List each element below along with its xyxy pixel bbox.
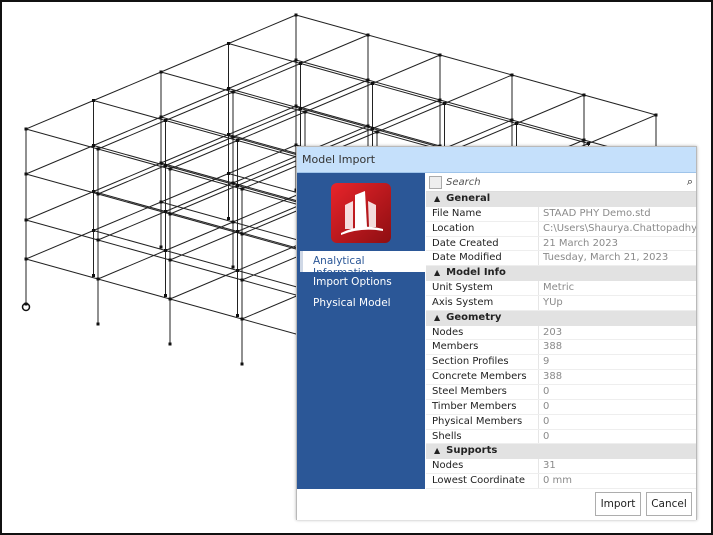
section-title: Supports [446,445,498,457]
collapse-caret-icon[interactable]: ▲ [434,446,440,455]
property-row[interactable]: Section Profiles 9 [426,355,696,371]
search-placeholder: Search [446,177,481,188]
section-header-model-info[interactable]: ▲ Model Info [426,266,696,282]
property-label: Unit System [426,281,539,295]
property-row[interactable]: Physical Members 0 [426,414,696,430]
property-value: YUp [543,296,563,308]
property-row[interactable]: Shells 0 [426,429,696,445]
property-label: Physical Members [426,414,539,429]
property-row[interactable]: Date Modified Tuesday, March 21, 2023 [426,251,696,267]
property-value: 0 mm [543,475,573,487]
property-value: Metric [543,282,575,294]
property-row[interactable]: Nodes 31 [426,459,696,475]
categorize-icon[interactable] [429,176,442,189]
section-title: General [446,193,491,204]
property-label: Date Created [426,236,539,251]
search-icon[interactable]: ⌕ [687,175,693,189]
property-row[interactable]: Steel Members 0 [426,384,696,400]
property-label: File Name [426,206,539,221]
property-value: 0 [543,400,550,412]
property-value: 388 [543,371,563,383]
property-value: C:\Users\Shaurya.Chattopadhya\D [543,222,696,234]
property-label: Nodes [426,325,539,340]
staad-logo-icon [331,183,391,243]
property-row[interactable]: File Name STAAD PHY Demo.std [426,206,696,222]
collapse-caret-icon[interactable]: ▲ [434,194,440,203]
property-label: Concrete Members [426,370,539,384]
property-grid: Search ⌕ ▲ General File Name STAAD PHY Demo… [426,174,696,490]
property-row[interactable]: Timber Members 0 [426,399,696,415]
property-value: 203 [543,326,563,338]
property-row[interactable]: Axis System YUp [426,295,696,311]
property-label: Date Modified [426,251,539,266]
property-value: 388 [543,341,563,353]
property-row[interactable]: Lowest Coordinate 0 mm [426,474,696,489]
section-header-supports[interactable]: ▲ Supports [426,444,696,460]
property-row[interactable]: Nodes 203 [426,325,696,341]
section-title: Geometry [446,311,502,323]
collapse-caret-icon[interactable]: ▲ [434,268,440,277]
property-label: Members [426,340,539,355]
cancel-button[interactable]: Cancel [646,492,692,516]
property-value: 0 [543,430,550,442]
model-import-dialog: Model Import Analytical Information Impo… [296,146,697,520]
property-row[interactable]: Concrete Members 388 [426,370,696,385]
property-row[interactable]: Location C:\Users\Shaurya.Chattopadhya\D [426,221,696,237]
property-row[interactable]: Date Created 21 March 2023 [426,236,696,252]
property-label: Nodes [426,459,539,474]
property-label: Axis System [426,295,539,310]
property-value: STAAD PHY Demo.std [543,207,651,219]
nav-analytical-information[interactable]: Analytical Information [300,251,425,279]
property-value: 0 [543,415,550,427]
property-label: Section Profiles [426,355,539,370]
import-button[interactable]: Import [595,492,641,516]
property-row[interactable]: Members 388 [426,340,696,356]
search-input[interactable]: Search ⌕ [426,174,696,192]
section-title: Model Info [446,267,506,279]
property-value: 31 [543,460,556,472]
dialog-title: Model Import [297,147,696,173]
property-value: Tuesday, March 21, 2023 [543,252,669,264]
dialog-sidebar: Analytical Information Import Options Ph… [297,173,425,489]
nav-import-options[interactable]: Import Options [300,272,425,293]
property-label: Steel Members [426,384,539,399]
collapse-caret-icon[interactable]: ▲ [434,313,440,322]
property-value: 0 [543,385,550,397]
property-label: Location [426,221,539,236]
nav-physical-model[interactable]: Physical Model [300,293,425,314]
property-value: 21 March 2023 [543,237,619,249]
section-header-geometry[interactable]: ▲ Geometry [426,310,696,326]
property-label: Shells [426,429,539,444]
dialog-footer: Import Cancel [297,489,696,520]
property-label: Lowest Coordinate [426,474,539,488]
property-label: Timber Members [426,399,539,414]
property-row[interactable]: Unit System Metric [426,281,696,296]
section-header-general[interactable]: ▲ General [426,192,696,207]
property-value: 9 [543,356,550,368]
